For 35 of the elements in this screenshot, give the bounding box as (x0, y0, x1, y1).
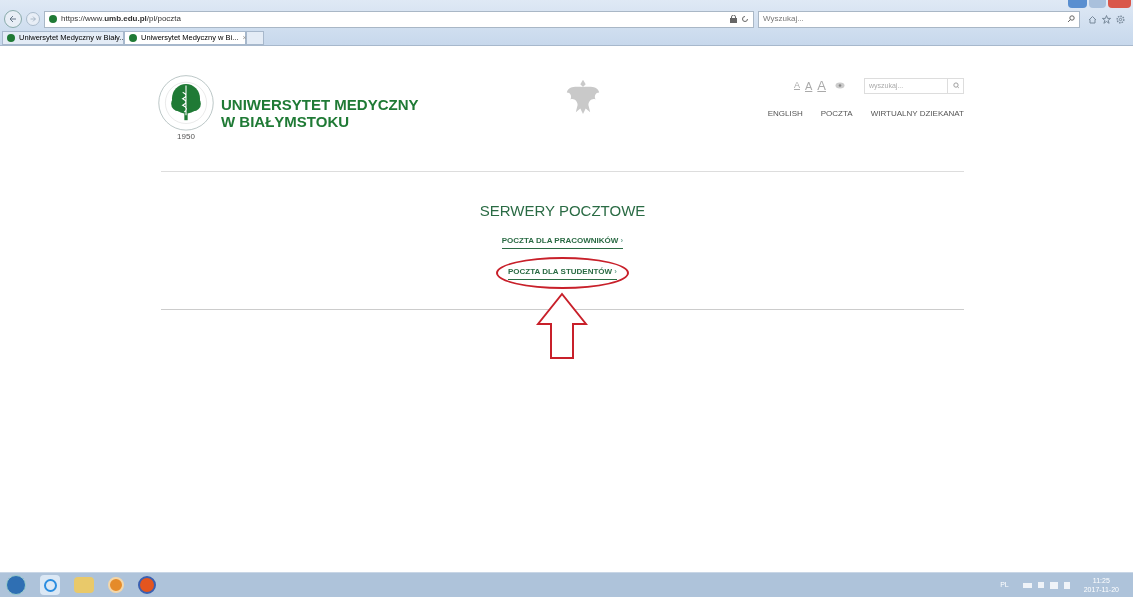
refresh-icon (741, 15, 749, 23)
close-button[interactable] (1108, 0, 1131, 8)
address-bar[interactable]: https://www.umb.edu.pl/pl/poczta (44, 10, 754, 28)
minimize-button[interactable] (1068, 0, 1087, 8)
star-icon[interactable] (1102, 14, 1111, 24)
forward-arrow-icon (29, 15, 37, 23)
site-icon (49, 15, 57, 23)
nav-link[interactable]: POCZTA (820, 107, 853, 120)
mail-link[interactable]: POCZTA DLA PRACOWNIKÓW › (501, 234, 624, 249)
back-arrow-icon (8, 14, 18, 24)
home-icon[interactable] (1088, 14, 1097, 24)
start-button[interactable] (6, 575, 26, 595)
site-icon (129, 34, 137, 42)
site-icon (7, 34, 15, 42)
lock-icon (730, 15, 737, 23)
page-heading: SERWERY POCZTOWE (479, 201, 646, 221)
address-text: https://www.umb.edu.pl/pl/poczta (61, 13, 182, 25)
nav-link[interactable]: ENGLISH (767, 107, 803, 120)
eye-icon[interactable] (835, 82, 845, 90)
mail-link[interactable]: POCZTA DLA STUDENTÓW › (507, 265, 617, 280)
forward-button[interactable] (26, 12, 40, 26)
seal-year: 1950 (177, 132, 195, 141)
search-field[interactable]: Wyszukaj... (758, 10, 1080, 28)
settings-icon[interactable] (1116, 14, 1125, 24)
search-icon (1067, 15, 1075, 23)
university-name: W BIAŁYMSTOKU (221, 113, 351, 130)
back-button[interactable] (4, 10, 22, 28)
university-name: UNIWERSYTET MEDYCZNY (221, 96, 419, 113)
nav-link[interactable]: WIRTUALNY DZIEKANAT (870, 107, 964, 120)
search-placeholder: Wyszukaj... (763, 13, 805, 25)
browser-taskbar-icon[interactable] (40, 575, 60, 595)
folder-taskbar-icon[interactable] (74, 577, 94, 593)
new-tab-button[interactable] (246, 31, 264, 45)
restore-button[interactable] (1089, 0, 1106, 8)
up-arrow-annotation (536, 292, 588, 360)
